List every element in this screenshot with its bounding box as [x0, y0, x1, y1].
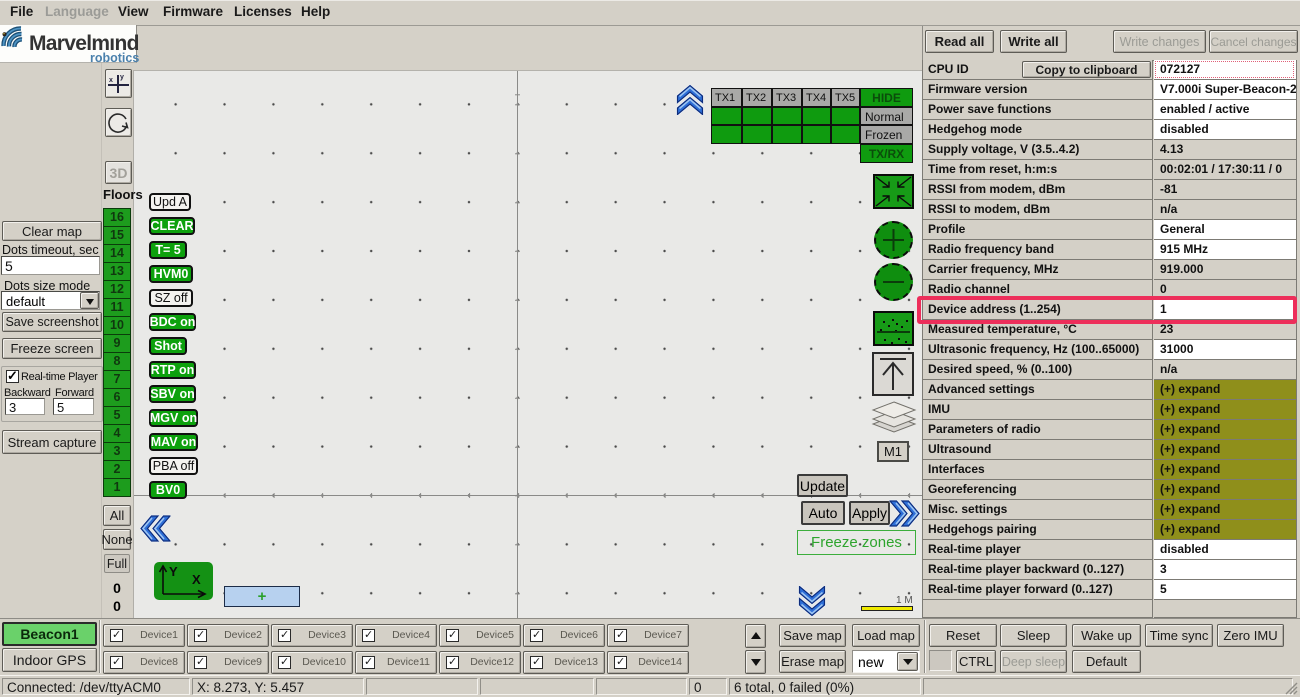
- svg-text:Y: Y: [169, 564, 178, 579]
- svg-text:y: y: [120, 74, 124, 81]
- svg-text:X: X: [192, 572, 201, 587]
- svg-text:x: x: [109, 77, 113, 84]
